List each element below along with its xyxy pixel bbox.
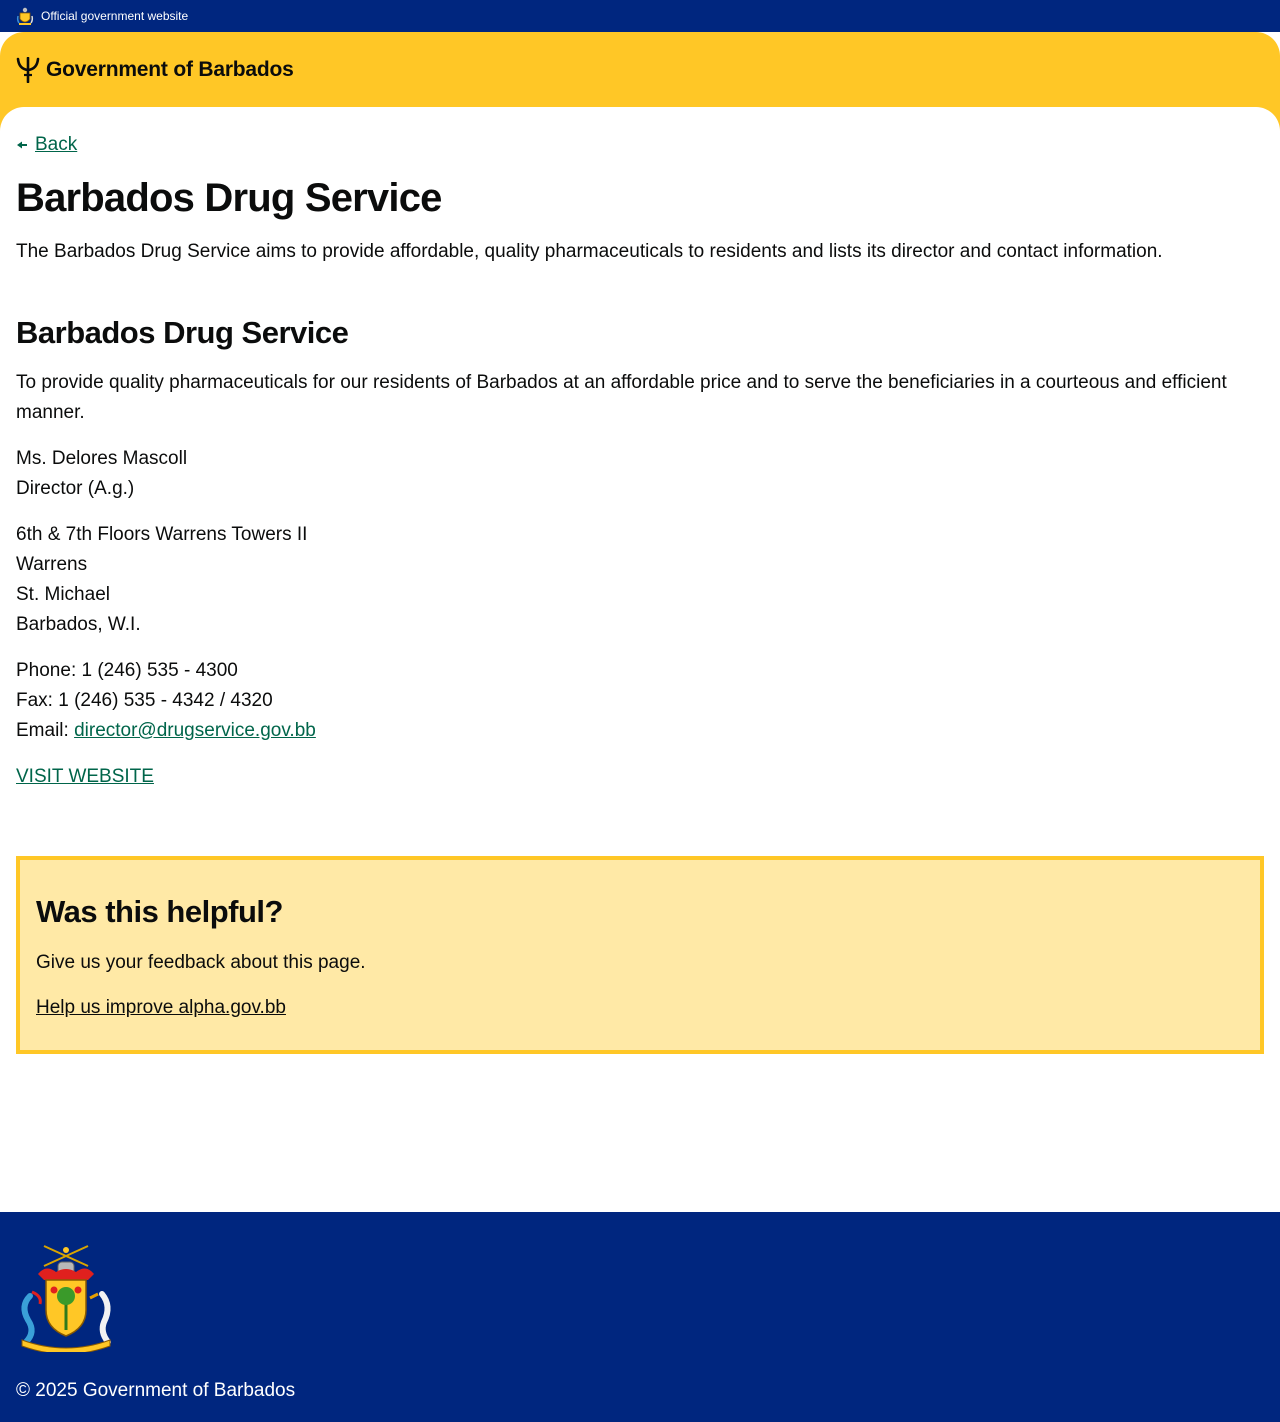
fax-number: Fax: 1 (246) 535 - 4342 / 4320 bbox=[16, 690, 273, 711]
coat-of-arms-icon bbox=[16, 7, 34, 25]
page-title: Barbados Drug Service bbox=[16, 176, 442, 220]
feedback-link[interactable]: Help us improve alpha.gov.bb bbox=[36, 993, 286, 1023]
address-line: St. Michael bbox=[16, 584, 110, 605]
address-line: Warrens bbox=[16, 554, 88, 575]
arrow-left-icon bbox=[17, 141, 27, 149]
footer-copyright: © 2025 Government of Barbados bbox=[16, 1380, 296, 1401]
address-block: 6th & 7th Floors Warrens Towers II Warre… bbox=[16, 520, 1264, 640]
feedback-text: Give us your feedback about this page. bbox=[36, 952, 366, 973]
page-description: The Barbados Drug Service aims to provid… bbox=[16, 241, 1163, 262]
website-block: VISIT WEBSITE bbox=[16, 762, 1264, 792]
feedback-panel: Was this helpful? Give us your feedback … bbox=[16, 856, 1264, 1054]
mission-statement: To provide quality pharmaceuticals for o… bbox=[16, 372, 1227, 423]
visit-website-link[interactable]: VISIT WEBSITE bbox=[16, 766, 154, 787]
director-title: Director (A.g.) bbox=[16, 478, 135, 499]
email-link[interactable]: director@drugservice.gov.bb bbox=[74, 720, 316, 741]
coat-of-arms-icon bbox=[21, 1245, 111, 1352]
feedback-title: Was this helpful? bbox=[36, 894, 283, 929]
section-content: To provide quality pharmaceuticals for o… bbox=[16, 368, 1264, 808]
trident-icon[interactable] bbox=[16, 57, 40, 83]
official-banner-text: Official government website bbox=[41, 9, 189, 23]
official-banner: Official government website bbox=[0, 0, 1280, 32]
site-brand-link[interactable]: Government of Barbados bbox=[46, 57, 294, 83]
contact-block: Phone: 1 (246) 535 - 4300 Fax: 1 (246) 5… bbox=[16, 656, 1264, 746]
section-title: Barbados Drug Service bbox=[16, 315, 349, 350]
address-line: Barbados, W.I. bbox=[16, 614, 141, 635]
back-link-label[interactable]: Back bbox=[35, 134, 77, 156]
director-block: Ms. Delores Mascoll Director (A.g.) bbox=[16, 444, 1264, 504]
email-label: Email: bbox=[16, 720, 75, 741]
site-footer: © 2025 Government of Barbados bbox=[0, 1212, 1280, 1422]
back-link[interactable]: Back bbox=[16, 132, 77, 158]
address-line: 6th & 7th Floors Warrens Towers II bbox=[16, 524, 308, 545]
director-name: Ms. Delores Mascoll bbox=[16, 448, 188, 469]
phone-number: Phone: 1 (246) 535 - 4300 bbox=[16, 660, 238, 681]
